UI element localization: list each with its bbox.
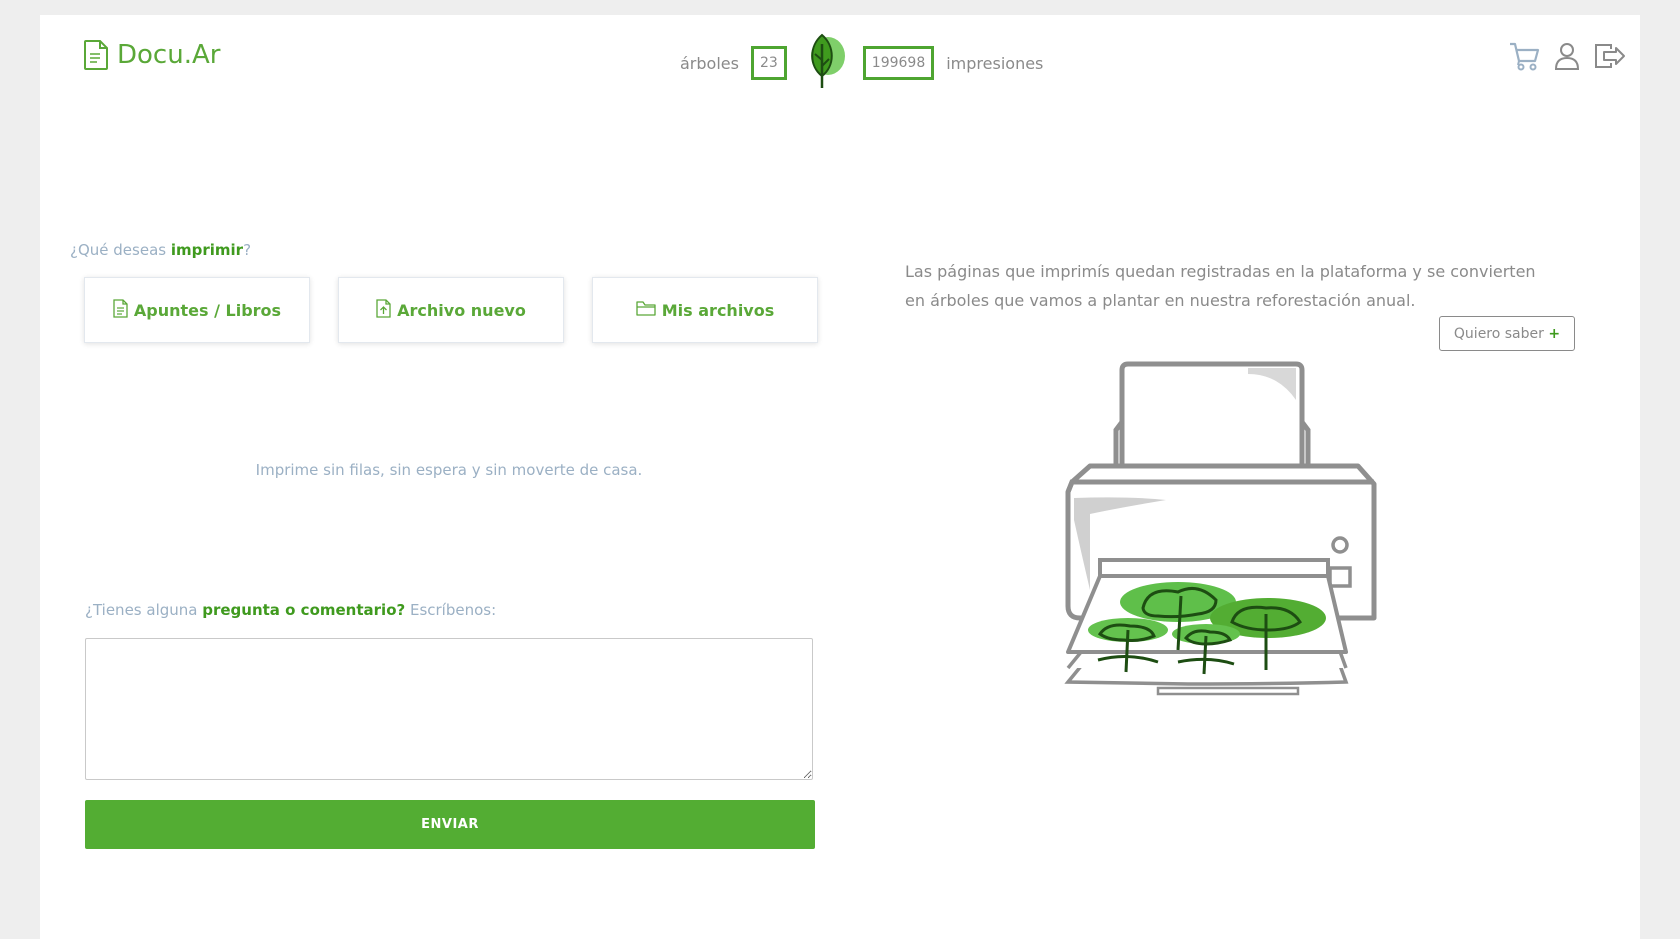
printer-illustration [1038,360,1388,724]
comment-prefix: ¿Tienes alguna [85,601,203,619]
option-label: Mis archivos [661,300,775,320]
impact-counter: árboles 23 199698 impresiones [680,33,1043,93]
logout-icon[interactable] [1594,43,1626,73]
question-emphasis: imprimir [170,241,244,259]
send-button[interactable]: ENVIAR [85,800,815,849]
prints-count: 199698 [862,46,935,80]
trees-count: 23 [750,46,787,80]
document-icon [113,298,128,322]
question-prefix: ¿Qué deseas [70,241,171,259]
comment-question: ¿Tienes alguna pregunta o comentario? Es… [85,601,496,619]
option-label: Apuntes / Libros [133,300,282,320]
new-file-button[interactable]: Archivo nuevo [338,277,564,343]
logo[interactable]: Docu.Ar [83,39,220,71]
print-options: Apuntes / Libros Archivo nuevo Mis archi… [84,277,818,343]
folder-icon [636,300,656,321]
comment-suffix: Escríbenos: [405,601,497,619]
tagline: Imprime sin filas, sin espera y sin move… [255,461,643,479]
tree-icon [803,32,847,94]
comment-textarea[interactable] [85,638,813,780]
plus-icon: + [1548,325,1561,342]
learn-more-button[interactable]: Quiero saber + [1439,316,1575,351]
question-suffix: ? [243,241,252,259]
logo-text: Docu.Ar [117,40,221,70]
prints-label: impresiones [946,53,1044,73]
page: Docu.Ar árboles 23 199698 impresiones ¿Q… [40,15,1640,939]
notes-books-button[interactable]: Apuntes / Libros [84,277,310,343]
trees-label: árboles [680,53,739,73]
cart-icon[interactable] [1508,41,1540,75]
learn-more-label: Quiero saber [1453,325,1549,342]
reforestation-info: Las páginas que imprimís quedan registra… [905,262,1536,310]
print-question: ¿Qué deseas imprimir? [70,241,251,259]
user-icon[interactable] [1554,42,1580,74]
document-logo-icon [83,39,109,71]
upload-file-icon [376,298,391,322]
comment-emphasis: pregunta o comentario? [202,601,406,619]
my-files-button[interactable]: Mis archivos [592,277,818,343]
option-label: Archivo nuevo [397,300,526,320]
header-actions [1508,41,1626,75]
